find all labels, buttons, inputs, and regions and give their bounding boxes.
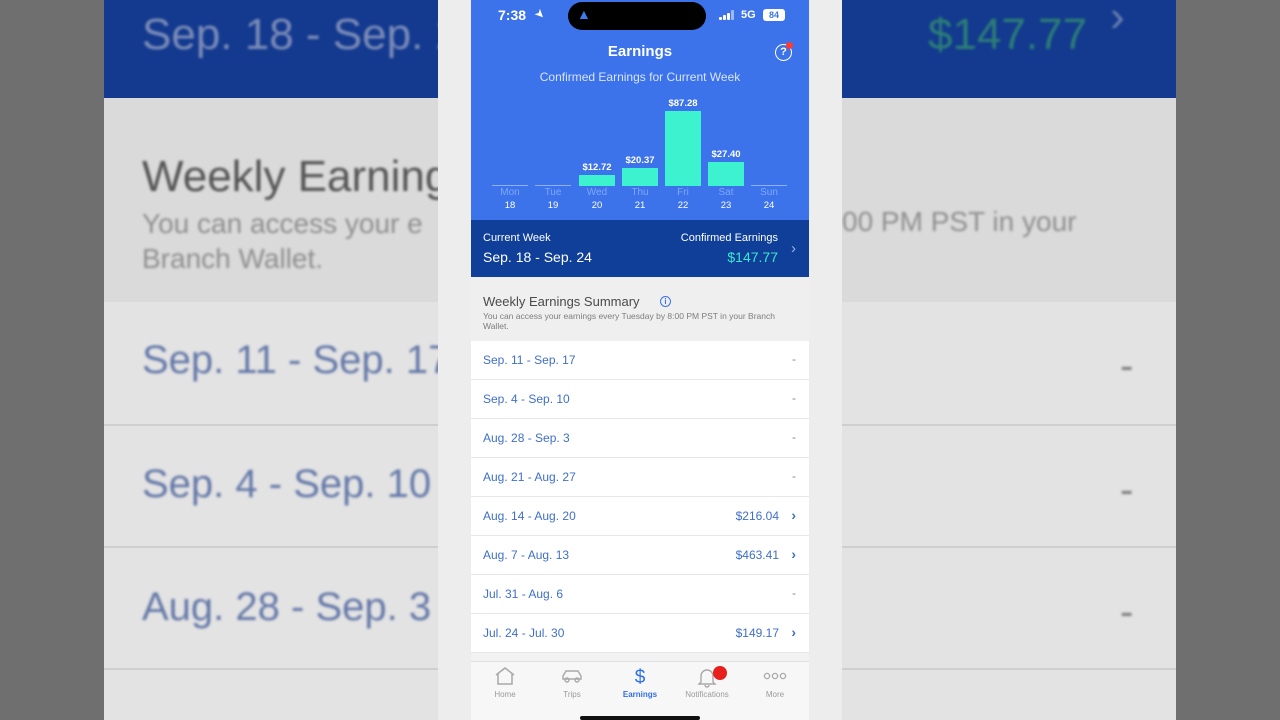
navigation-arrow-icon: ▲ [577,6,591,22]
phone-screen: 7:38 ➤ ▲ 5G 84 Earnings ? Confirmed Earn… [471,0,809,720]
week-row[interactable]: Jul. 24 - Jul. 30 $149.17 › [471,614,809,653]
background-row-dash: - [1120,590,1134,634]
background-row-dash: - [1120,468,1134,512]
background-row: Sep. 4 - Sep. 10 [142,462,432,506]
background-row-dash: - [1120,344,1134,388]
week-row: Sep. 11 - Sep. 17 - [471,341,809,380]
earnings-header: 7:38 ➤ ▲ 5G 84 Earnings ? Confirmed Earn… [471,0,809,220]
tab-label: Trips [563,690,581,699]
chart-date-label: 24 [763,200,775,211]
chart-value-label: $87.28 [668,98,698,109]
tab-label: Home [494,690,516,699]
background-summary-sub-right: 00 PM PST in your [842,206,1077,237]
earnings-bar-chart: Mon 18 Tue 19 $12.72 Wed 20 $20.37 Thu 21 $87.28 Fr… [471,95,809,213]
location-arrow-icon: ➤ [531,5,549,23]
chart-day-label: Tue [544,187,562,198]
chart-bar-sat [708,162,744,186]
chart-subtitle: Confirmed Earnings for Current Week [539,70,741,84]
week-row: Jul. 31 - Aug. 6 - [471,575,809,614]
battery-icon: 84 [763,9,785,21]
week-row: Aug. 21 - Aug. 27 - [471,458,809,497]
chevron-right-icon: › [791,546,796,562]
week-amount: $149.17 [735,626,779,640]
dollar-icon: $ [634,667,646,688]
week-amount: - [792,391,796,405]
chevron-right-icon: › [791,624,796,640]
notification-badge [713,666,727,680]
tab-label: Earnings [622,690,658,699]
confirmed-earnings-label: Confirmed Earnings [680,232,778,244]
week-range: Aug. 28 - Sep. 3 [483,431,570,445]
week-range: Aug. 14 - Aug. 20 [483,509,576,523]
background-week-range: Sep. 18 - Sep. 24 [142,10,485,59]
week-amount: $463.41 [735,548,779,562]
tab-label: More [765,690,785,699]
confirmed-earnings-value: $147.77 [727,249,778,265]
week-row: Sep. 4 - Sep. 10 - [471,380,809,419]
background-summary-sub-line2: Branch Wallet. [142,243,324,274]
home-indicator[interactable] [580,716,700,720]
chart-day-label: Sun [760,187,778,198]
week-amount: - [792,430,796,444]
chevron-right-icon: › [791,507,796,523]
week-row[interactable]: Aug. 7 - Aug. 13 $463.41 › [471,536,809,575]
chart-value-label: $27.40 [711,149,741,161]
week-amount: - [792,586,796,600]
current-week-label: Current Week [483,232,551,244]
weekly-earnings-list: Sep. 11 - Sep. 17- Sep. 4 - Sep. 10- Aug. … [471,341,809,653]
background-chevron-icon: › [1110,0,1125,41]
network-type: 5G [741,9,756,21]
background-summary-subtitle: You can access your e Branch Wallet. [142,206,423,276]
tab-more[interactable]: More [741,666,809,699]
tab-label: Notifications [685,690,729,699]
more-dots-icon [741,666,809,690]
background-row: Sep. 11 - Sep. 17 [142,338,451,382]
info-icon[interactable]: i [660,296,671,307]
summary-subtitle: You can access your earnings every Tuesd… [483,311,775,331]
week-amount: - [792,469,796,483]
background-row: Aug. 28 - Sep. 3 [142,585,432,629]
tab-home[interactable]: Home [471,666,539,699]
week-range: Jul. 31 - Aug. 6 [483,587,564,601]
bell-icon [673,666,741,690]
tab-bar: Home Trips $ Earnings Notifications More [471,661,809,720]
week-range: Aug. 7 - Aug. 13 [483,548,570,562]
current-week-card[interactable]: Current Week Sep. 18 - Sep. 24 Confirmed… [471,220,809,277]
chart-value-label: $20.37 [625,155,655,167]
dynamic-island: ▲ [568,2,706,30]
week-range: Sep. 4 - Sep. 10 [483,392,570,406]
weekly-summary-header: Weekly Earnings Summary i You can access… [471,277,809,341]
background-summary-sub-line1: You can access your e [142,208,423,239]
chart-bar-tue [535,185,571,186]
signal-bars-icon [719,10,734,20]
tab-trips[interactable]: Trips [538,666,606,699]
chevron-right-icon: › [791,240,796,257]
tab-notifications[interactable]: Notifications [673,666,741,699]
tab-earnings[interactable]: $ Earnings [606,666,674,699]
chart-bar-thu [622,168,658,186]
week-range: Aug. 21 - Aug. 27 [483,470,576,484]
summary-title: Weekly Earnings Summary [483,294,640,309]
chart-bar-sun [751,185,787,186]
week-amount: - [792,352,796,366]
status-time: 7:38 [498,7,527,23]
home-icon [471,666,539,690]
current-week-range: Sep. 18 - Sep. 24 [483,249,592,265]
week-range: Jul. 24 - Jul. 30 [483,626,565,640]
page-title: Earnings [607,43,673,60]
week-amount: $216.04 [735,509,779,523]
week-range: Sep. 11 - Sep. 17 [483,353,576,367]
week-row[interactable]: Aug. 14 - Aug. 20 $216.04 › [471,497,809,536]
chart-bar-mon [492,185,528,186]
chart-date-label: 19 [547,200,559,211]
background-week-amount: $147.77 [928,10,1088,59]
car-icon [538,666,606,690]
chart-bar-wed [579,175,615,186]
week-row: Aug. 28 - Sep. 3 - [471,419,809,458]
help-badge [786,42,793,49]
